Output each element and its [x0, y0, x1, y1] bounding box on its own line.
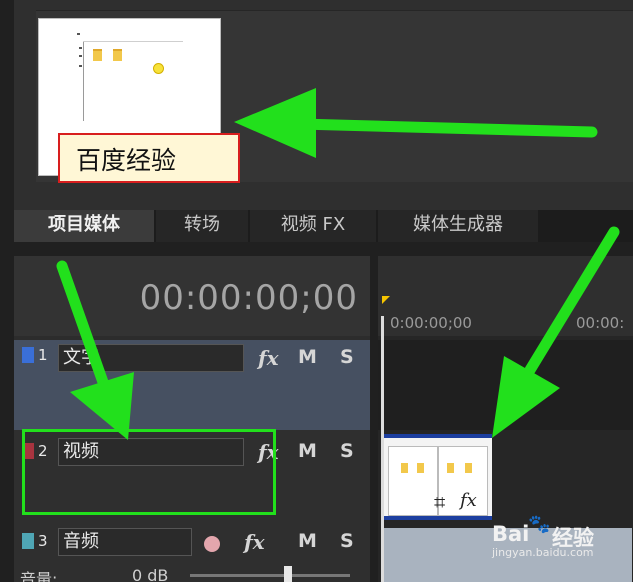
track-header-text[interactable]: 1 文字 fx M S	[14, 340, 370, 430]
thumbnail-content	[79, 55, 82, 57]
track-color-swatch	[22, 347, 34, 363]
paw-icon: 🐾	[528, 514, 551, 535]
volume-slider[interactable]	[190, 574, 350, 577]
solo-button[interactable]: S	[340, 530, 354, 552]
tab-project-media[interactable]: 项目媒体	[14, 210, 154, 242]
pan-crop-icon[interactable]: ⌗	[434, 490, 445, 514]
preview-caption: 百度经验	[58, 133, 240, 183]
time-ruler[interactable]: 0:00:00;00 00:00:	[378, 256, 633, 336]
mute-button[interactable]: M	[298, 346, 317, 368]
watermark-url: jingyan.baidu.com	[492, 546, 594, 559]
video-clip[interactable]: ⌗ fx	[382, 434, 492, 520]
highlight-box	[22, 429, 276, 515]
solo-button[interactable]: S	[340, 346, 354, 368]
thumbnail-content	[83, 41, 183, 42]
track-name-field[interactable]: 音频	[58, 528, 192, 556]
clip-thumbnail	[388, 446, 438, 516]
track-list: 00:00:00;00 1 文字 fx M S 2 视频 fx M S 3 音频…	[14, 256, 370, 582]
folder-icon	[401, 463, 408, 473]
thumbnail-content	[79, 47, 82, 49]
volume-slider-handle[interactable]	[284, 566, 292, 582]
folder-icon	[113, 49, 122, 61]
folder-icon	[465, 463, 472, 473]
track-fx-icon[interactable]: fx	[244, 530, 265, 554]
record-arm-button[interactable]	[204, 536, 220, 552]
marker-icon[interactable]	[382, 296, 390, 304]
thumbnail-content	[77, 33, 80, 35]
tab-media-generators[interactable]: 媒体生成器	[378, 210, 538, 242]
track-number: 3	[20, 530, 54, 552]
window-tabs: 项目媒体 转场 视频 FX 媒体生成器	[14, 210, 633, 242]
tab-video-fx[interactable]: 视频 FX	[250, 210, 376, 242]
time-display: 00:00:00;00	[14, 256, 370, 336]
sun-icon	[153, 63, 164, 74]
track-name-field[interactable]: 文字	[58, 344, 244, 372]
watermark-logo: Bai 🐾 经验 jingyan.baidu.com	[486, 514, 626, 559]
playhead-cursor[interactable]	[381, 316, 384, 582]
timecode: 00:00:00;00	[139, 278, 358, 318]
folder-icon	[447, 463, 454, 473]
mute-button[interactable]: M	[298, 530, 317, 552]
volume-label: 音量:	[20, 570, 58, 582]
tab-transitions[interactable]: 转场	[156, 210, 248, 242]
track-fx-icon[interactable]: fx	[258, 346, 279, 370]
mute-button[interactable]: M	[298, 440, 317, 462]
folder-icon	[93, 49, 102, 61]
ruler-tick-label: 00:00:	[576, 314, 625, 332]
folder-icon	[417, 463, 424, 473]
solo-button[interactable]: S	[340, 440, 354, 462]
thumbnail-content	[83, 41, 84, 121]
track-number: 1	[20, 344, 54, 366]
volume-value: 0 dB	[132, 566, 169, 582]
speaker-icon	[22, 533, 34, 549]
track-lane-text[interactable]	[378, 340, 633, 430]
thumbnail-content	[79, 65, 82, 67]
clip-fx-icon[interactable]: fx	[460, 490, 477, 511]
watermark-brand: Bai	[492, 522, 530, 546]
track-number-label: 1	[38, 346, 48, 364]
ruler-tick-label: 0:00:00;00	[390, 314, 472, 332]
track-number-label: 3	[38, 532, 48, 550]
